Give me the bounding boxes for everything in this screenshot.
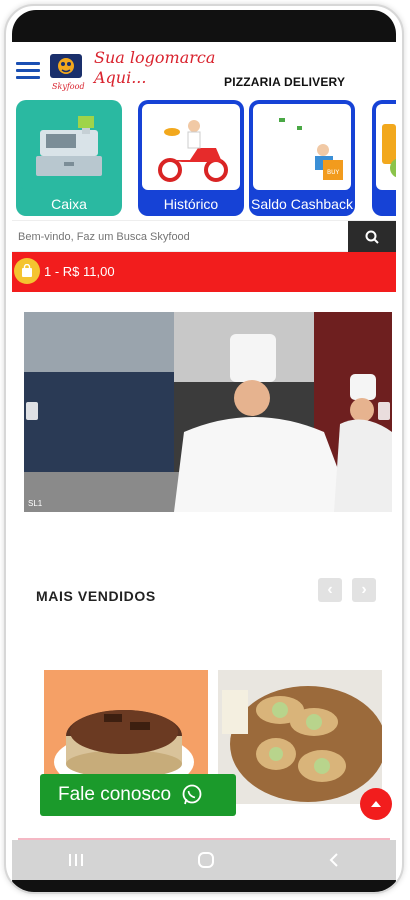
svg-text:BUY: BUY (327, 169, 340, 176)
logo-brand-text: Skyfood (52, 82, 85, 91)
category-historico[interactable]: Histórico (138, 100, 244, 216)
hamburger-menu-icon[interactable] (16, 62, 40, 80)
bruschetta-image (218, 670, 382, 804)
logo-slogan-line2: Aqui... (94, 68, 147, 87)
status-bar (12, 10, 396, 42)
whatsapp-label: Fale conosco (58, 784, 172, 805)
whatsapp-icon (182, 784, 202, 805)
category-food-partial[interactable] (372, 100, 396, 216)
search-input[interactable] (18, 225, 348, 249)
category-label: Caixa (51, 196, 87, 212)
section-title: MAIS VENDIDOS (36, 588, 156, 604)
app-screen: Skyfood Sua logomarca Aqui... PIZZARIA D… (12, 42, 396, 842)
category-caixa[interactable]: Caixa (16, 100, 122, 216)
search-bar (12, 220, 396, 253)
phone-frame: Skyfood Sua logomarca Aqui... PIZZARIA D… (4, 4, 404, 894)
cart-summary-bar[interactable]: 1 - R$ 11,00 (12, 252, 396, 292)
scroll-to-top-button[interactable] (360, 788, 392, 820)
store-title: PIZZARIA DELIVERY (224, 75, 346, 89)
category-label: Histórico (163, 196, 219, 212)
hero-banner[interactable]: SL1 (24, 312, 392, 512)
logo-slogan: Sua logomarca Aqui... (94, 48, 215, 88)
category-label: Saldo Cashback (251, 196, 353, 212)
shopping-bag-icon[interactable] (14, 258, 40, 284)
caret-up-icon (371, 801, 381, 807)
chef-photo (24, 312, 392, 512)
home-icon[interactable] (197, 851, 215, 869)
banner-next-arrow[interactable] (378, 402, 390, 420)
category-carousel: Caixa Histórico BUY Saldo Cashback (16, 100, 396, 218)
food-icon (376, 104, 396, 190)
delivery-scooter-icon (142, 104, 240, 190)
cash-register-icon (20, 104, 118, 190)
whatsapp-contact-button[interactable]: Fale conosco (40, 774, 236, 816)
products-next-button[interactable]: › (352, 578, 376, 602)
banner-prev-arrow[interactable] (26, 402, 38, 420)
search-icon (365, 230, 379, 244)
phone-bottom-bezel (12, 880, 396, 892)
search-button[interactable] (348, 221, 396, 253)
cashback-icon: BUY (253, 104, 351, 190)
category-saldo-cashback[interactable]: BUY Saldo Cashback (249, 100, 355, 216)
slide-label: SL1 (28, 499, 43, 508)
products-prev-button[interactable]: ‹ (318, 578, 342, 602)
logo-image[interactable]: Skyfood (48, 48, 88, 92)
app-header: Skyfood Sua logomarca Aqui... PIZZARIA D… (12, 42, 396, 96)
back-icon[interactable] (328, 852, 340, 868)
logo-slogan-line1: Sua logomarca (94, 48, 216, 67)
recent-apps-icon[interactable] (68, 853, 84, 867)
product-card[interactable] (218, 670, 382, 804)
cart-summary-text: 1 - R$ 11,00 (44, 264, 115, 279)
android-navigation-bar (12, 840, 396, 880)
